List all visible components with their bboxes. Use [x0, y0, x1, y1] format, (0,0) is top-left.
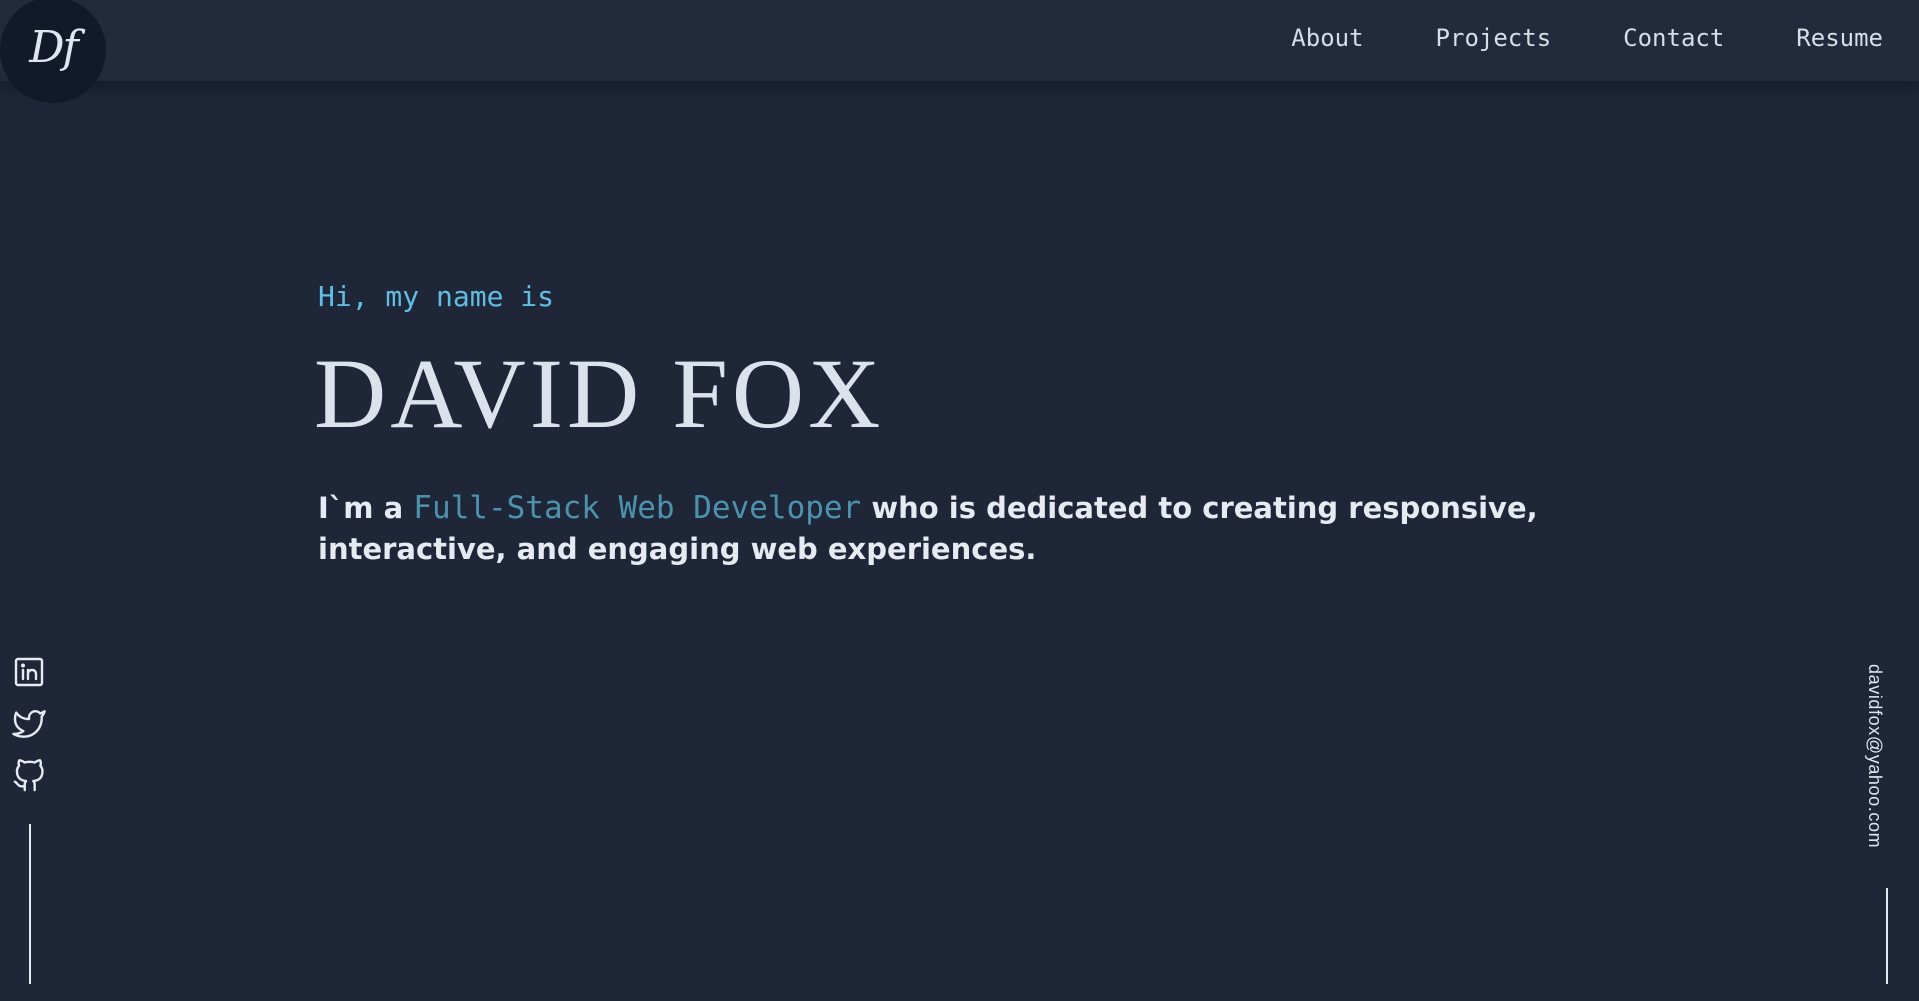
hero-name: DAVID FOX: [314, 338, 885, 449]
nav-link-resume[interactable]: Resume: [1796, 24, 1883, 52]
nav-link-contact[interactable]: Contact: [1623, 24, 1724, 52]
linkedin-icon[interactable]: [12, 655, 46, 689]
twitter-icon[interactable]: [12, 707, 46, 741]
tagline: I`m a Full-Stack Web Developer who is de…: [318, 488, 1618, 570]
nav-link-about[interactable]: About: [1291, 24, 1363, 52]
github-icon[interactable]: [12, 759, 46, 793]
page: About Projects Contact Resume Df Hi, my …: [0, 0, 1919, 1001]
email-link[interactable]: davidfox@yahoo.com: [1864, 664, 1885, 848]
social-links: [12, 655, 46, 793]
left-divider-line: [29, 824, 31, 984]
navbar: About Projects Contact Resume: [0, 0, 1919, 81]
tagline-prefix: I`m a: [318, 491, 404, 525]
hero-section: Hi, my name is DAVID FOX I`m a Full-Stac…: [314, 280, 1648, 566]
greeting: Hi, my name is: [318, 280, 555, 313]
logo[interactable]: Df: [0, 0, 106, 103]
nav-link-projects[interactable]: Projects: [1436, 24, 1552, 52]
right-divider-line: [1886, 888, 1888, 984]
nav-links: About Projects Contact Resume: [1291, 24, 1883, 52]
logo-text: Df: [29, 21, 79, 73]
tagline-highlight: Full-Stack Web Developer: [413, 490, 862, 526]
